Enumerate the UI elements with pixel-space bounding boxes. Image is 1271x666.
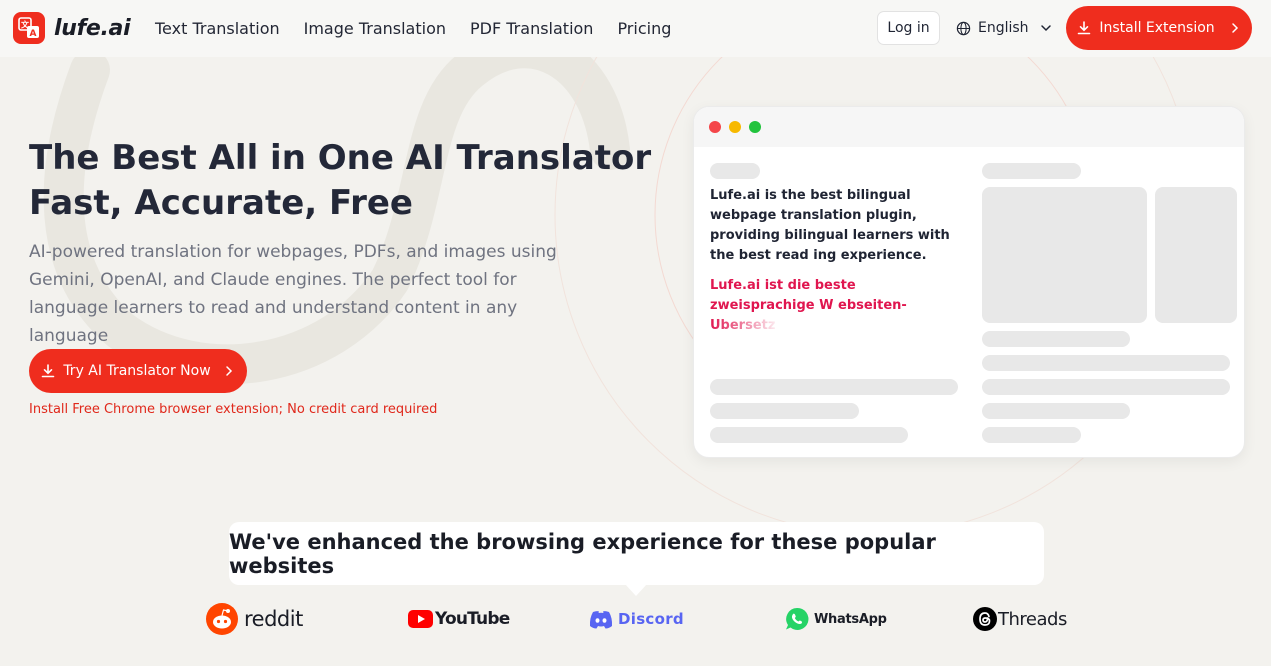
brand-reddit-label: reddit <box>244 607 303 631</box>
brand-reddit[interactable]: reddit <box>205 601 303 637</box>
skeleton-line <box>710 163 760 179</box>
whatsapp-icon <box>786 607 809 630</box>
brand-youtube-label: YouTube <box>435 609 510 629</box>
hero-title: The Best All in One AI Translator Fast, … <box>29 136 652 226</box>
main-nav: Text Translation Image Translation PDF T… <box>155 0 671 57</box>
brand-threads[interactable]: Threads <box>973 601 1067 637</box>
brand-discord[interactable]: Discord <box>589 601 684 637</box>
globe-icon <box>956 21 971 35</box>
skeleton-line <box>982 403 1130 419</box>
maximize-dot-icon <box>749 121 761 133</box>
nav-image-translation[interactable]: Image Translation <box>304 19 446 38</box>
skeleton-image <box>982 187 1147 323</box>
brand-discord-label: Discord <box>618 610 684 628</box>
skeleton-line <box>982 331 1130 347</box>
threads-icon <box>973 607 997 631</box>
language-label: English <box>978 20 1029 36</box>
nav-pdf-translation[interactable]: PDF Translation <box>470 19 593 38</box>
youtube-icon <box>408 610 433 628</box>
try-translator-button[interactable]: Try AI Translator Now <box>29 349 247 393</box>
browser-titlebar <box>694 107 1244 147</box>
brand-whatsapp-label: WhatsApp <box>814 611 887 627</box>
chevron-down-icon <box>1040 25 1051 32</box>
minimize-dot-icon <box>729 121 741 133</box>
german-sample-text: Lufe.ai ist die beste zweisprachige W eb… <box>710 276 955 336</box>
german-text-fade: Übersetz <box>710 318 776 333</box>
discord-icon <box>589 610 613 628</box>
skeleton-line <box>982 163 1081 179</box>
cta-note: Install Free Chrome browser extension; N… <box>29 402 438 417</box>
chevron-right-icon <box>225 366 232 376</box>
login-button[interactable]: Log in <box>877 11 940 45</box>
popular-websites-callout: We've enhanced the browsing experience f… <box>229 522 1044 585</box>
site-header: 文 A lufe.ai Text Translation Image Trans… <box>0 0 1271 57</box>
install-extension-button[interactable]: Install Extension <box>1066 6 1252 50</box>
hero-subtitle: AI-powered translation for webpages, PDF… <box>29 242 557 346</box>
logo-text: lufe.ai <box>54 15 131 41</box>
browser-mockup: Lufe.ai is the best bilingual webpage tr… <box>693 106 1245 458</box>
download-icon <box>42 364 55 378</box>
english-sample-text: Lufe.ai is the best bilingual webpage tr… <box>710 188 950 263</box>
try-translator-label: Try AI Translator Now <box>63 363 211 379</box>
skeleton-line <box>982 355 1230 371</box>
chevron-right-icon <box>1231 23 1238 33</box>
german-text: Lufe.ai ist die beste zweisprachige W eb… <box>710 278 907 313</box>
install-extension-label: Install Extension <box>1099 20 1215 36</box>
brand-youtube[interactable]: YouTube <box>408 601 510 637</box>
skeleton-line <box>710 379 958 395</box>
download-icon <box>1078 21 1091 35</box>
skeleton-line <box>710 403 859 419</box>
close-dot-icon <box>709 121 721 133</box>
nav-text-translation[interactable]: Text Translation <box>155 19 280 38</box>
skeleton-line <box>982 427 1081 443</box>
brand-whatsapp[interactable]: WhatsApp <box>785 601 887 637</box>
skeleton-line <box>710 427 908 443</box>
reddit-icon <box>206 603 238 635</box>
skeleton-image <box>1155 187 1237 323</box>
callout-pointer <box>625 584 647 596</box>
logo[interactable]: 文 A lufe.ai <box>13 12 131 44</box>
language-selector[interactable]: English <box>956 11 1053 45</box>
skeleton-line <box>982 379 1230 395</box>
nav-pricing[interactable]: Pricing <box>617 19 671 38</box>
translate-logo-icon: 文 A <box>13 12 45 44</box>
hero-title-line2: Fast, Accurate, Free <box>29 183 413 223</box>
hero-title-line1: The Best All in One AI Translator <box>29 138 652 178</box>
brand-threads-label: Threads <box>998 608 1067 630</box>
svg-text:A: A <box>30 29 37 39</box>
